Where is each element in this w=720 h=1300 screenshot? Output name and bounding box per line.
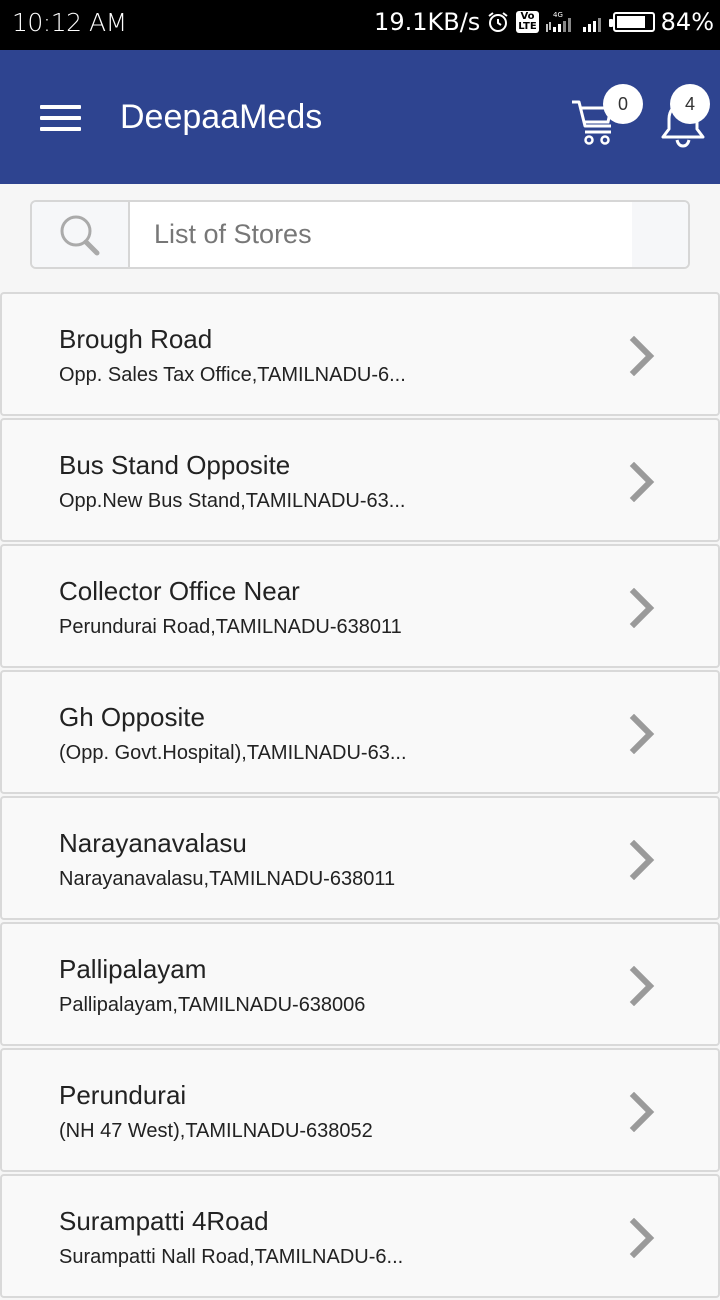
store-name: Surampatti 4Road bbox=[59, 1206, 269, 1236]
store-address: Perundurai Road,TAMILNADU-638011 bbox=[59, 616, 402, 638]
chevron-right-icon bbox=[628, 1217, 656, 1263]
store-name: Collector Office Near bbox=[59, 576, 300, 606]
store-list-item[interactable]: Brough Road Opp. Sales Tax Office,TAMILNA… bbox=[0, 292, 720, 416]
network-speed: 19.1KB/s bbox=[374, 8, 481, 36]
battery-icon bbox=[608, 12, 655, 32]
chevron-right-icon bbox=[628, 461, 656, 507]
alarm-icon bbox=[486, 10, 510, 34]
store-address: (NH 47 West),TAMILNADU-638052 bbox=[59, 1120, 373, 1142]
store-name: Perundurai bbox=[59, 1080, 187, 1110]
store-name: Gh Opposite bbox=[59, 702, 205, 732]
store-name: Bus Stand Opposite bbox=[59, 450, 291, 480]
svg-text:4G: 4G bbox=[553, 11, 563, 19]
store-name: Pallipalayam bbox=[59, 954, 207, 984]
store-name: Brough Road bbox=[59, 324, 213, 354]
signal-4g-icon: 4G bbox=[545, 10, 575, 34]
volte-icon: Vo LTE bbox=[516, 11, 539, 33]
store-address: Pallipalayam,TAMILNADU-638006 bbox=[59, 994, 366, 1016]
app-title: DeepaaMeds bbox=[120, 98, 323, 136]
search-input[interactable] bbox=[130, 202, 632, 267]
store-list-item[interactable]: Collector Office Near Perundurai Road,TAM… bbox=[0, 544, 720, 668]
app-bar: DeepaaMeds 0 4 bbox=[0, 50, 720, 184]
chevron-right-icon bbox=[628, 587, 656, 633]
status-icons: 19.1KB/s Vo LTE 4G 84% bbox=[374, 8, 714, 36]
chevron-right-icon bbox=[628, 839, 656, 885]
status-time: 10:12 AM bbox=[12, 8, 127, 37]
store-address: Opp. Sales Tax Office,TAMILNADU-6... bbox=[59, 364, 406, 386]
chevron-right-icon bbox=[628, 1091, 656, 1137]
chevron-right-icon bbox=[628, 335, 656, 381]
store-list: Brough Road Opp. Sales Tax Office,TAMILNA… bbox=[0, 292, 720, 1300]
cart-button[interactable]: 0 bbox=[568, 84, 648, 150]
store-list-item[interactable]: Perundurai (NH 47 West),TAMILNADU-638052 bbox=[0, 1048, 720, 1172]
search-bar bbox=[30, 200, 690, 269]
store-address: Narayanavalasu,TAMILNADU-638011 bbox=[59, 868, 396, 890]
battery-percent: 84% bbox=[660, 8, 714, 36]
search-end-cap bbox=[632, 202, 688, 267]
store-list-item[interactable]: Gh Opposite (Opp. Govt.Hospital),TAMILNAD… bbox=[0, 670, 720, 794]
store-address: Opp.New Bus Stand,TAMILNADU-63... bbox=[59, 490, 406, 512]
store-address: Surampatti Nall Road,TAMILNADU-6... bbox=[59, 1246, 404, 1268]
store-list-item[interactable]: Pallipalayam Pallipalayam,TAMILNADU-63800… bbox=[0, 922, 720, 1046]
store-list-item[interactable]: Surampatti 4Road Surampatti Nall Road,TAM… bbox=[0, 1174, 720, 1298]
chevron-right-icon bbox=[628, 965, 656, 1011]
hamburger-menu-icon[interactable] bbox=[40, 105, 81, 131]
store-list-item[interactable]: Narayanavalasu Narayanavalasu,TAMILNADU-6… bbox=[0, 796, 720, 920]
search-icon[interactable] bbox=[32, 202, 130, 267]
chevron-right-icon bbox=[628, 713, 656, 759]
notifications-button[interactable]: 4 bbox=[658, 84, 718, 150]
cart-count-badge: 0 bbox=[603, 84, 643, 124]
status-bar: 10:12 AM 19.1KB/s Vo LTE 4G 84% bbox=[0, 0, 720, 50]
store-list-item[interactable]: Bus Stand Opposite Opp.New Bus Stand,TAMI… bbox=[0, 418, 720, 542]
store-name: Narayanavalasu bbox=[59, 828, 247, 858]
notifications-count-badge: 4 bbox=[670, 84, 710, 124]
store-address: (Opp. Govt.Hospital),TAMILNADU-63... bbox=[59, 742, 407, 764]
signal-icon bbox=[581, 10, 607, 34]
